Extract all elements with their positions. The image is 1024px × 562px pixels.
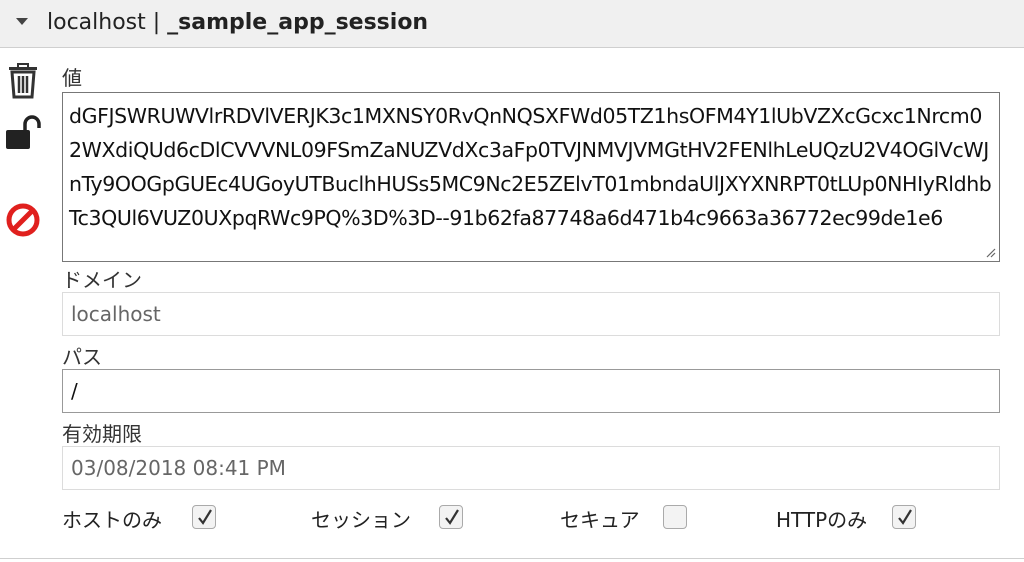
cookie-header[interactable]: localhost | _sample_app_session: [0, 0, 1024, 48]
expires-field[interactable]: 03/08/2018 08:41 PM: [62, 446, 1000, 490]
host-only-label: ホストのみ: [62, 508, 162, 532]
value-textarea[interactable]: dGFJSWRUWVlrRDVlVERJK3c1MXNSY0RvQnNQSXFW…: [62, 92, 1000, 262]
session-label: セッション: [311, 508, 411, 532]
session-checkbox[interactable]: [439, 505, 463, 529]
value-text: dGFJSWRUWVlrRDVlVERJK3c1MXNSY0RvQnNQSXFW…: [69, 104, 992, 230]
host-only-checkbox[interactable]: [192, 505, 216, 529]
checkmark-icon: [898, 509, 912, 525]
domain-field[interactable]: localhost: [62, 292, 1000, 336]
checkmark-icon: [445, 509, 459, 525]
checkmark-icon: [198, 509, 212, 525]
path-label: パス: [62, 345, 102, 369]
domain-label: ドメイン: [62, 268, 142, 292]
secure-label: セキュア: [560, 508, 640, 532]
collapse-arrow-icon[interactable]: [16, 18, 28, 25]
cookie-host: localhost |: [47, 10, 168, 35]
expires-label: 有効期限: [62, 422, 142, 446]
value-label: 値: [62, 66, 82, 90]
resize-grip-icon[interactable]: [984, 246, 996, 258]
trash-icon[interactable]: [5, 62, 41, 99]
secure-checkbox[interactable]: [663, 505, 687, 529]
unlock-icon[interactable]: [5, 114, 41, 150]
cookie-name: _sample_app_session: [167, 10, 429, 35]
divider: [0, 558, 1024, 559]
path-field[interactable]: /: [62, 369, 1000, 413]
http-only-label: HTTPのみ: [776, 508, 868, 532]
cookie-title: localhost | _sample_app_session: [47, 10, 428, 35]
block-icon[interactable]: [5, 202, 41, 238]
http-only-checkbox[interactable]: [892, 505, 916, 529]
